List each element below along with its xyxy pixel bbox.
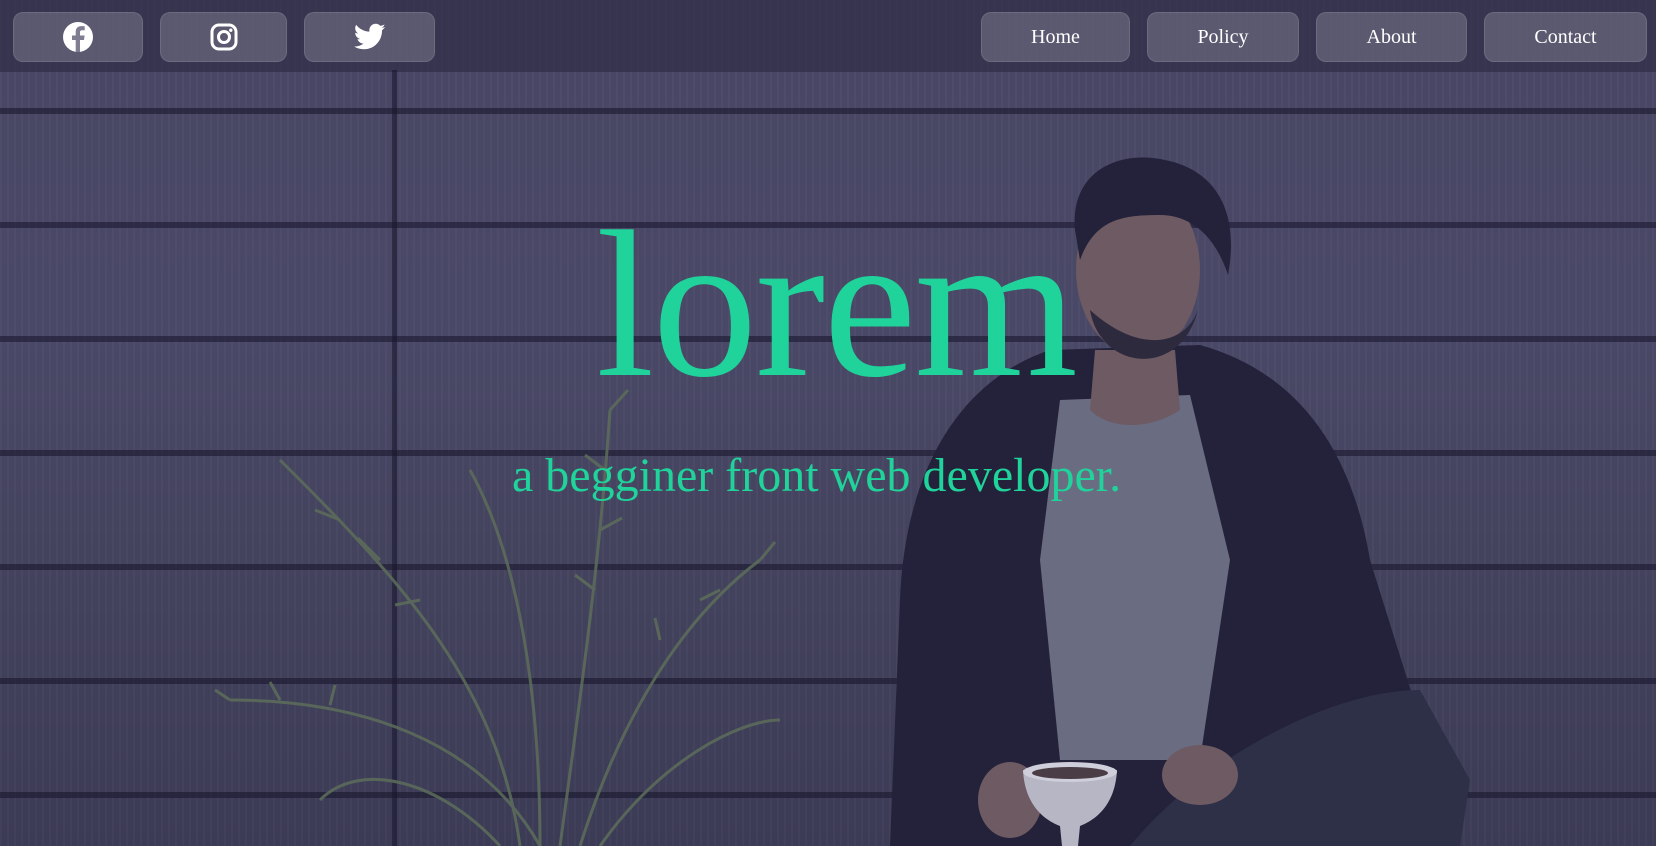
- facebook-button[interactable]: [13, 12, 143, 62]
- twitter-icon: [353, 23, 386, 51]
- hero-subtitle: a begginer front web developer.: [512, 449, 1122, 502]
- twitter-button[interactable]: [304, 12, 435, 62]
- instagram-button[interactable]: [160, 12, 287, 62]
- nav-policy-button[interactable]: Policy: [1147, 12, 1299, 62]
- nav-policy-label: Policy: [1197, 25, 1249, 48]
- background-photo: [214, 157, 1470, 846]
- nav-about-label: About: [1366, 25, 1417, 48]
- nav-home-label: Home: [1031, 25, 1080, 48]
- nav-home-button[interactable]: Home: [981, 12, 1130, 62]
- hero-title: lorem: [596, 189, 1078, 421]
- instagram-icon: [210, 23, 238, 51]
- nav-contact-label: Contact: [1534, 25, 1597, 48]
- facebook-icon: [62, 21, 94, 53]
- nav-contact-button[interactable]: Contact: [1484, 12, 1647, 62]
- nav-about-button[interactable]: About: [1316, 12, 1467, 62]
- hero-section: Home Policy About Contact lorem a beggin…: [0, 0, 1656, 846]
